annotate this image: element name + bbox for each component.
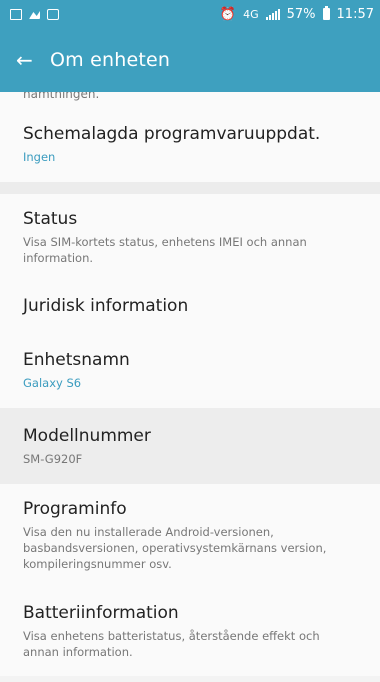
item-subtitle: Ingen (23, 150, 56, 164)
status-bar: ⏰ 4G 57% 11:57 (0, 0, 380, 28)
settings-list: hämtningen. Schemalagda programvaruuppda… (0, 92, 380, 682)
item-subtitle: SM-G920F (23, 452, 83, 466)
item-title: Juridisk information (23, 296, 189, 316)
status-bar-left (10, 8, 59, 20)
battery-percent: 57% (286, 6, 316, 22)
item-title: Programinfo (23, 499, 127, 519)
list-item-battery-info[interactable]: Batteriinformation Visa enhetens batteri… (0, 586, 380, 676)
item-title: Enhetsnamn (23, 350, 130, 370)
settings-card-2: Status Visa SIM-kortets status, enhetens… (0, 194, 380, 676)
back-arrow-icon[interactable]: ← (16, 48, 50, 72)
settings-card-1: Schemalagda programvaruuppdat. Ingen (0, 106, 380, 182)
list-item-status[interactable]: Status Visa SIM-kortets status, enhetens… (0, 194, 380, 280)
status-bar-right: ⏰ 4G 57% 11:57 (219, 6, 374, 22)
signal-icon (265, 8, 280, 20)
cut-off-text: hämtningen. (0, 92, 380, 106)
section-divider (0, 182, 380, 194)
chat-icon (47, 8, 59, 20)
item-title: Batteriinformation (23, 603, 179, 623)
gallery-icon (29, 11, 40, 19)
item-title: Status (23, 209, 78, 229)
battery-icon (322, 6, 330, 20)
list-item-scheduled-updates[interactable]: Schemalagda programvaruuppdat. Ingen (0, 106, 380, 182)
app-bar: ← Om enheten (0, 28, 380, 92)
list-item-software-info[interactable]: Programinfo Visa den nu installerade And… (0, 484, 380, 586)
item-subtitle: Galaxy S6 (23, 376, 82, 390)
item-subtitle: Visa den nu installerade Android-version… (23, 525, 327, 571)
item-title: Schemalagda programvaruuppdat. (23, 124, 321, 144)
network-type: 4G (243, 7, 259, 21)
page-title: Om enheten (50, 49, 171, 71)
list-item-model-number[interactable]: Modellnummer SM-G920F (0, 408, 380, 484)
item-subtitle: Visa SIM-kortets status, enhetens IMEI o… (23, 235, 307, 265)
time: 11:57 (336, 6, 374, 22)
list-item-legal-info[interactable]: Juridisk information (0, 280, 380, 332)
list-item-device-name[interactable]: Enhetsnamn Galaxy S6 (0, 332, 380, 408)
item-title: Modellnummer (23, 426, 151, 446)
alarm-icon: ⏰ (219, 6, 237, 22)
image-icon (10, 8, 22, 20)
item-subtitle: Visa enhetens batteristatus, återstående… (23, 629, 320, 659)
